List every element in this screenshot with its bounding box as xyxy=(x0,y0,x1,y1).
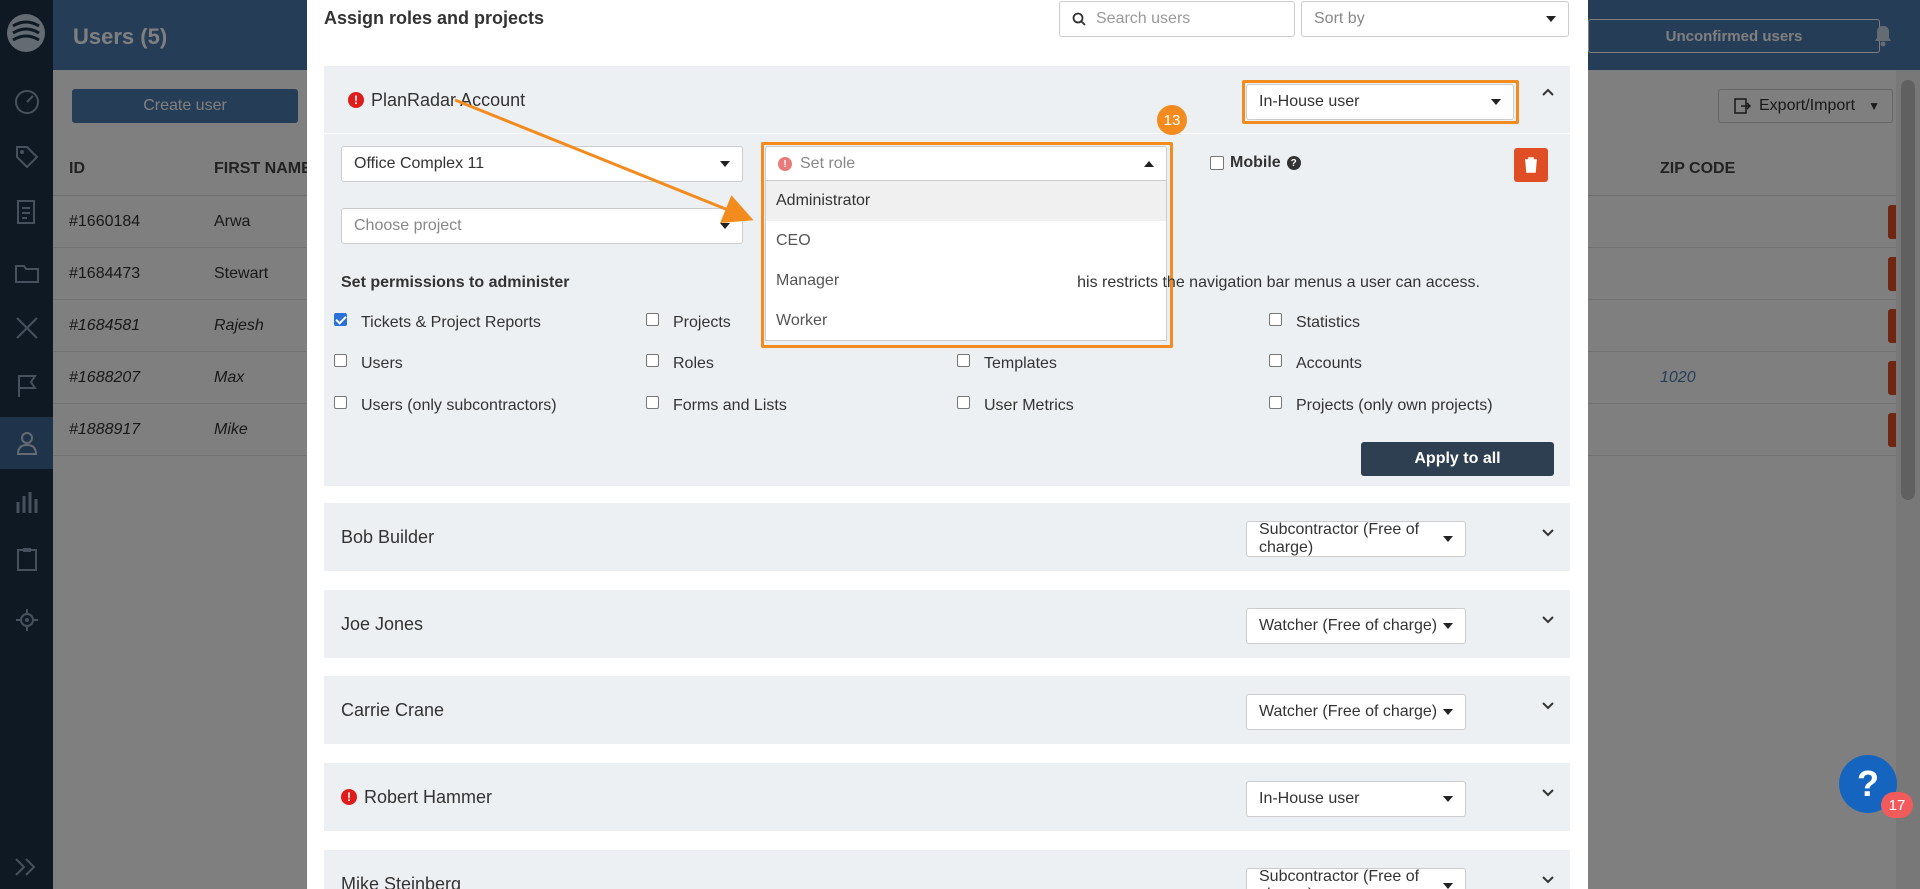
search-users-field[interactable] xyxy=(1059,1,1295,37)
project-select[interactable]: Office Complex 11 xyxy=(341,146,743,182)
permission-label: Projects xyxy=(673,314,731,331)
search-icon xyxy=(1072,12,1086,26)
user-type-select[interactable]: Watcher (Free of charge) xyxy=(1246,608,1466,644)
step-number-badge: 13 xyxy=(1157,105,1187,135)
chevron-down-icon xyxy=(720,161,730,167)
permissions-note: his restricts the navigation bar menus a… xyxy=(1077,274,1480,291)
permission-tickets[interactable]: Tickets & Project Reports xyxy=(334,312,541,332)
user-type-highlight xyxy=(1242,80,1519,124)
permission-label: Statistics xyxy=(1296,314,1361,331)
permission-projects[interactable]: Projects xyxy=(646,312,731,332)
permission-checkbox[interactable] xyxy=(646,312,659,326)
sort-by-placeholder: Sort by xyxy=(1314,10,1365,27)
user-type-select[interactable]: In-House user xyxy=(1246,781,1466,817)
role-dropdown-highlight xyxy=(761,142,1173,348)
permission-checkbox[interactable] xyxy=(334,353,347,367)
user-type-select[interactable]: Watcher (Free of charge) xyxy=(1246,694,1466,730)
permission-checkbox[interactable] xyxy=(957,395,970,409)
chevron-down-icon xyxy=(720,223,730,229)
permission-forms-lists[interactable]: Forms and Lists xyxy=(646,395,787,415)
chevron-up-icon[interactable] xyxy=(1540,84,1556,100)
choose-project-select[interactable]: Choose project xyxy=(341,208,743,244)
user-type-value: Subcontractor (Free of charge) xyxy=(1259,868,1420,889)
chevron-down-icon[interactable] xyxy=(1540,785,1556,801)
permissions-title: Set permissions to administer xyxy=(341,274,570,291)
chevron-down-icon xyxy=(1443,709,1453,715)
trash-icon xyxy=(1525,157,1537,173)
permission-checkbox[interactable] xyxy=(1269,353,1282,367)
permission-label: Projects (only own projects) xyxy=(1296,397,1493,414)
user-name: Carrie Crane xyxy=(341,700,445,720)
permission-label: Forms and Lists xyxy=(673,397,787,414)
user-type-value: Watcher (Free of charge) xyxy=(1259,703,1438,720)
apply-to-all-button[interactable]: Apply to all xyxy=(1361,442,1554,476)
chevron-down-icon[interactable] xyxy=(1540,698,1556,714)
permission-label: Templates xyxy=(984,355,1057,372)
chevron-down-icon xyxy=(1443,623,1453,629)
permission-label: Users (only subcontractors) xyxy=(361,397,557,414)
user-panel-bob-builder[interactable]: Bob Builder Subcontractor (Free of charg… xyxy=(324,503,1570,571)
sort-by-select[interactable]: Sort by xyxy=(1301,1,1569,37)
permission-checkbox[interactable] xyxy=(957,353,970,367)
user-type-value: In-House user xyxy=(1259,790,1360,807)
mobile-checkbox[interactable] xyxy=(1210,156,1224,170)
project-select-value: Office Complex 11 xyxy=(354,155,485,172)
choose-project-placeholder: Choose project xyxy=(354,217,462,234)
permission-user-metrics[interactable]: User Metrics xyxy=(957,395,1074,415)
help-notification-badge: 17 xyxy=(1881,792,1913,818)
permission-accounts[interactable]: Accounts xyxy=(1269,353,1362,373)
permission-templates[interactable]: Templates xyxy=(957,353,1057,373)
warning-icon: ! xyxy=(348,92,364,108)
user-panel-mike-steinberg[interactable]: Mike Steinberg Subcontractor (Free of ch… xyxy=(324,850,1570,889)
mobile-toggle[interactable]: Mobile ? xyxy=(1210,154,1301,172)
user-panel-carrie-crane[interactable]: Carrie Crane Watcher (Free of charge) xyxy=(324,676,1570,744)
modal-title: Assign roles and projects xyxy=(324,8,545,28)
permission-label: User Metrics xyxy=(984,397,1074,414)
user-name: Joe Jones xyxy=(341,614,424,634)
user-name: Bob Builder xyxy=(341,527,435,547)
remove-account-button[interactable] xyxy=(1514,148,1548,182)
user-name: Mike Steinberg xyxy=(341,874,462,889)
user-name: Robert Hammer xyxy=(364,787,493,807)
user-type-select[interactable]: Subcontractor (Free of charge) xyxy=(1246,868,1466,889)
permission-label: Users xyxy=(361,355,403,372)
permission-checkbox[interactable] xyxy=(646,395,659,409)
chevron-down-icon xyxy=(1443,536,1453,542)
permission-roles[interactable]: Roles xyxy=(646,353,714,373)
chevron-down-icon[interactable] xyxy=(1540,872,1556,888)
help-icon[interactable]: ? xyxy=(1286,156,1301,170)
permission-checkbox[interactable] xyxy=(334,312,347,326)
chevron-down-icon[interactable] xyxy=(1540,612,1556,628)
permission-users-subcontractors[interactable]: Users (only subcontractors) xyxy=(334,395,557,415)
user-panel-joe-jones[interactable]: Joe Jones Watcher (Free of charge) xyxy=(324,590,1570,658)
chevron-down-icon xyxy=(1546,16,1556,22)
permission-checkbox[interactable] xyxy=(334,395,347,409)
permission-checkbox[interactable] xyxy=(646,353,659,367)
permission-users[interactable]: Users xyxy=(334,353,403,373)
permission-label: Tickets & Project Reports xyxy=(361,314,541,331)
account-name: PlanRadar Account xyxy=(371,90,526,110)
chevron-down-icon xyxy=(1443,796,1453,802)
permission-label: Accounts xyxy=(1296,355,1362,372)
warning-icon: ! xyxy=(341,789,357,805)
search-users-input[interactable] xyxy=(1096,10,1276,28)
user-type-select[interactable]: Subcontractor (Free of charge) xyxy=(1246,521,1466,557)
permission-checkbox[interactable] xyxy=(1269,395,1282,409)
permission-projects-own[interactable]: Projects (only own projects) xyxy=(1269,395,1493,415)
user-panel-robert-hammer[interactable]: ! Robert Hammer In-House user xyxy=(324,763,1570,831)
user-type-value: Subcontractor (Free of charge) xyxy=(1259,521,1420,556)
chevron-down-icon xyxy=(1443,883,1453,889)
permission-statistics[interactable]: Statistics xyxy=(1269,312,1361,332)
chevron-down-icon[interactable] xyxy=(1540,525,1556,541)
permission-label: Roles xyxy=(673,355,714,372)
mobile-label: Mobile xyxy=(1230,154,1281,171)
permission-checkbox[interactable] xyxy=(1269,312,1282,326)
user-type-value: Watcher (Free of charge) xyxy=(1259,617,1438,634)
